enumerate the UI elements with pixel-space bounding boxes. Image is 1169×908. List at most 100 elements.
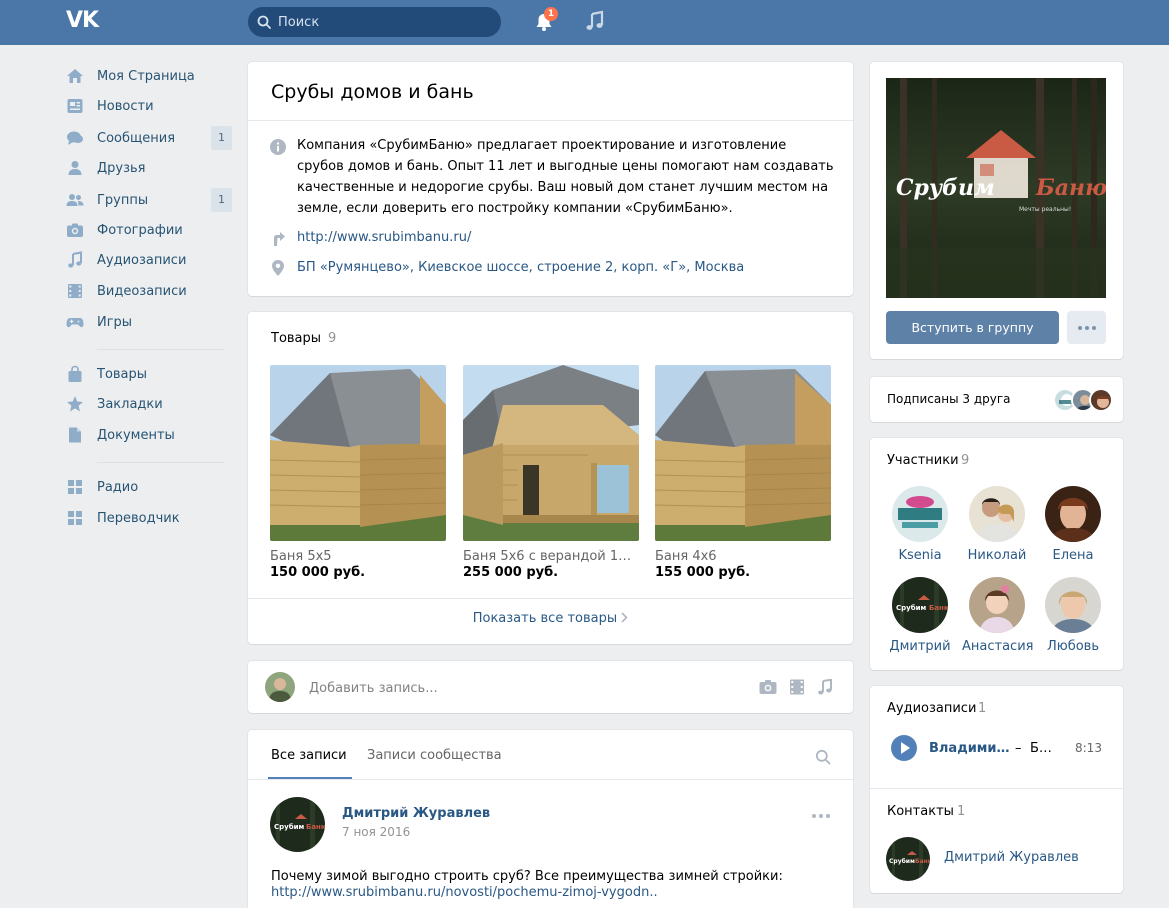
member-item[interactable]: Анастасия bbox=[962, 577, 1033, 654]
post-date[interactable]: 7 ноя 2016 bbox=[342, 825, 410, 839]
avatar[interactable]: СрубимБаню bbox=[270, 797, 325, 852]
video-icon bbox=[66, 282, 84, 300]
camera-icon[interactable] bbox=[759, 679, 777, 695]
avatar[interactable] bbox=[969, 486, 1025, 542]
audio-title-text[interactable]: Ба... bbox=[1030, 741, 1058, 756]
avatar[interactable] bbox=[1045, 577, 1101, 633]
subscribed-friends-card[interactable]: Подписаны 3 друга bbox=[870, 377, 1123, 422]
member-item[interactable]: Ksenia bbox=[885, 486, 955, 563]
member-item[interactable]: Любовь bbox=[1038, 577, 1108, 654]
more-icon[interactable] bbox=[811, 813, 831, 819]
sidebar-item-news[interactable]: Новости bbox=[66, 92, 232, 120]
sidebar-item-label: Документы bbox=[97, 427, 175, 443]
good-price: 155 000 руб. bbox=[655, 565, 751, 580]
good-name[interactable]: Баня 5х5 bbox=[270, 549, 446, 564]
sidebar-item-groups[interactable]: Группы 1 bbox=[66, 186, 232, 214]
more-icon bbox=[1077, 325, 1096, 330]
sidebar-item-goods[interactable]: Товары bbox=[66, 360, 232, 388]
search-box[interactable] bbox=[248, 7, 501, 37]
divider bbox=[248, 779, 853, 780]
good-image[interactable] bbox=[463, 365, 639, 541]
sidebar-item-label: Радио bbox=[97, 479, 139, 495]
svg-text:Срубим: Срубим bbox=[889, 858, 915, 865]
post-text: Почему зимой выгодно строить сруб? Все п… bbox=[271, 869, 783, 884]
good-price: 255 000 руб. bbox=[463, 565, 559, 580]
website-link[interactable]: http://www.srubimbanu.ru/ bbox=[297, 230, 471, 245]
sidebar-item-games[interactable]: Игры bbox=[66, 308, 232, 336]
cover-logo-text: Срубим bbox=[896, 175, 995, 201]
music-icon[interactable] bbox=[584, 10, 606, 32]
svg-text:Срубим: Срубим bbox=[896, 604, 927, 612]
tab-community-posts[interactable]: Записи сообщества bbox=[367, 748, 502, 763]
audio-artist[interactable]: Владимир... bbox=[929, 741, 1011, 756]
contacts-title[interactable]: Контакты bbox=[887, 804, 954, 819]
avatar[interactable]: СрубимБаню bbox=[892, 577, 948, 633]
post-author[interactable]: Дмитрий Журавлев bbox=[342, 806, 490, 821]
group-description: Компания «СрубимБаню» предлагает проекти… bbox=[297, 138, 834, 216]
show-all-goods-link[interactable]: Показать все товары bbox=[248, 611, 853, 626]
news-icon bbox=[66, 97, 84, 115]
member-name[interactable]: Ksenia bbox=[885, 548, 955, 563]
video-icon[interactable] bbox=[788, 679, 806, 695]
search-input[interactable] bbox=[278, 7, 493, 37]
member-name[interactable]: Дмитрий bbox=[885, 639, 955, 654]
more-actions-button[interactable] bbox=[1067, 311, 1106, 344]
sidebar-item-friends[interactable]: Друзья bbox=[66, 154, 232, 182]
show-all-goods-label[interactable]: Показать все товары bbox=[473, 611, 617, 626]
play-button[interactable] bbox=[891, 735, 917, 761]
good-image[interactable] bbox=[270, 365, 446, 541]
search-icon bbox=[257, 15, 271, 29]
member-item[interactable]: Николай bbox=[962, 486, 1032, 563]
contact-name[interactable]: Дмитрий Журавлев bbox=[944, 850, 1079, 865]
sidebar-item-label: Аудиозаписи bbox=[97, 252, 187, 268]
friend-avatar[interactable] bbox=[1089, 388, 1113, 412]
tab-all-posts[interactable]: Все записи bbox=[271, 748, 347, 763]
vk-logo[interactable]: VK bbox=[66, 8, 104, 36]
avatar[interactable] bbox=[265, 672, 295, 702]
sidebar-item-label: Группы bbox=[97, 192, 149, 208]
member-name[interactable]: Любовь bbox=[1038, 639, 1108, 654]
join-group-button[interactable]: Вступить в группу bbox=[886, 311, 1059, 344]
sidebar-item-bookmarks[interactable]: Закладки bbox=[66, 390, 232, 418]
wall-card: Все записи Записи сообщества Срубим Баню … bbox=[248, 730, 853, 908]
member-name[interactable]: Анастасия bbox=[962, 639, 1033, 654]
good-item[interactable]: Баня 4х6 155 000 руб. bbox=[655, 365, 831, 580]
music-icon[interactable] bbox=[816, 679, 834, 695]
avatar[interactable] bbox=[1045, 486, 1101, 542]
good-image[interactable] bbox=[655, 365, 831, 541]
group-avatar-image[interactable]: Срубим Баню Мечты реальны! bbox=[886, 78, 1106, 298]
search-icon[interactable] bbox=[815, 749, 831, 765]
avatar[interactable] bbox=[969, 577, 1025, 633]
sidebar-item-my-page[interactable]: Моя Страница bbox=[66, 62, 232, 90]
sidebar-item-messages[interactable]: Сообщения 1 bbox=[66, 124, 232, 152]
good-name[interactable]: Баня 5х6 с верандой 12 м... bbox=[463, 549, 639, 564]
member-name[interactable]: Елена bbox=[1038, 548, 1108, 563]
notification-badge: 1 bbox=[544, 7, 558, 21]
good-item[interactable]: Баня 5х5 150 000 руб. bbox=[270, 365, 446, 580]
audio-title[interactable]: Аудиозаписи bbox=[887, 701, 976, 716]
member-item[interactable]: Елена bbox=[1038, 486, 1108, 563]
sidebar-item-label: Переводчик bbox=[97, 510, 180, 526]
avatar[interactable] bbox=[892, 486, 948, 542]
good-name[interactable]: Баня 4х6 bbox=[655, 549, 831, 564]
good-item[interactable]: Баня 5х6 с верандой 12 м... 255 000 руб. bbox=[463, 365, 639, 580]
member-item[interactable]: Срубим Баню Дмитрий bbox=[885, 577, 955, 654]
new-post-card bbox=[248, 661, 853, 713]
members-title[interactable]: Участники bbox=[887, 453, 959, 468]
post-link[interactable]: http://www.srubimbanu.ru/novosti/pochemu… bbox=[271, 885, 658, 900]
audio-separator: – bbox=[1015, 741, 1022, 756]
sidebar-item-label: Фотографии bbox=[97, 222, 183, 238]
new-post-input[interactable] bbox=[309, 678, 709, 698]
subscribed-friends-text[interactable]: Подписаны 3 друга bbox=[887, 392, 1011, 406]
sidebar-item-photos[interactable]: Фотографии bbox=[66, 216, 232, 244]
sidebar-item-radio[interactable]: Радио bbox=[66, 473, 232, 501]
address-link[interactable]: БП «Румянцево», Киевское шоссе, строение… bbox=[297, 260, 744, 275]
avatar[interactable]: СрубимБаню bbox=[886, 837, 930, 881]
sidebar-item-translator[interactable]: Переводчик bbox=[66, 504, 232, 532]
apps-icon bbox=[66, 478, 84, 496]
sidebar-item-videos[interactable]: Видеозаписи bbox=[66, 277, 232, 305]
sidebar-item-audio[interactable]: Аудиозаписи bbox=[66, 246, 232, 274]
sidebar-item-documents[interactable]: Документы bbox=[66, 421, 232, 449]
messages-icon bbox=[66, 129, 84, 147]
member-name[interactable]: Николай bbox=[962, 548, 1032, 563]
